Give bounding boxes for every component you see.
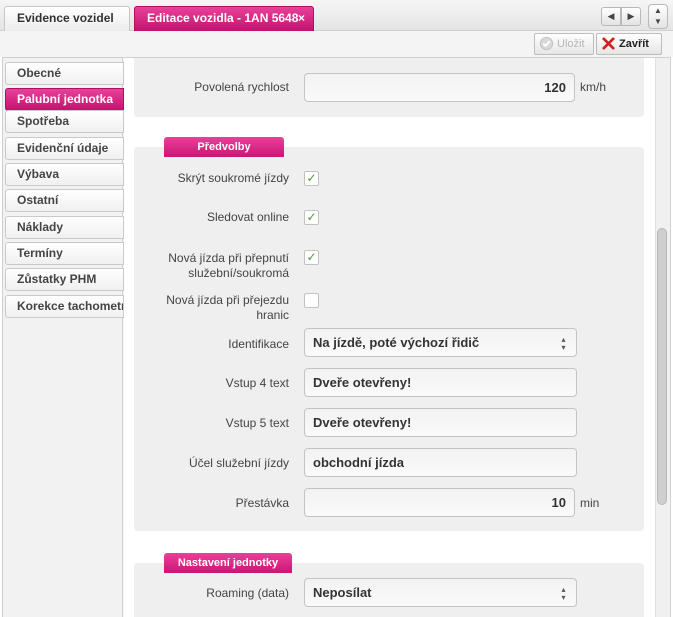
new-trip-border-label-line1: Nová jízda při přejezdu bbox=[166, 293, 289, 307]
speed-input[interactable]: 120 bbox=[304, 73, 575, 102]
sidebar-item-other[interactable]: Ostatní bbox=[5, 189, 124, 212]
break-label: Přestávka bbox=[235, 496, 289, 510]
sidebar-item-registration[interactable]: Evidenční údaje bbox=[5, 137, 124, 160]
save-button-label: Uložit bbox=[557, 38, 585, 50]
tab-vehicle-edit-label: Editace vozidla - 1AN 5648 bbox=[147, 11, 299, 25]
new-trip-switch-label-line2: služební/soukromá bbox=[188, 266, 289, 280]
trip-purpose-field[interactable]: obchodní jízda bbox=[304, 448, 577, 477]
sidebar: Obecné Palubní jednotka Spotřeba Evidenč… bbox=[3, 58, 124, 617]
identification-label: Identifikace bbox=[228, 337, 289, 351]
roaming-label: Roaming (data) bbox=[206, 586, 289, 600]
scroll-tabs-right-icon[interactable]: ▶ bbox=[621, 7, 641, 26]
scrollbar-thumb[interactable] bbox=[657, 228, 667, 505]
tab-vehicle-records[interactable]: Evidence vozidel bbox=[4, 6, 130, 31]
hide-private-checkbox[interactable]: ✓ bbox=[304, 171, 319, 186]
new-trip-switch-checkbox[interactable]: ✓ bbox=[304, 250, 319, 265]
track-online-label: Sledovat online bbox=[206, 210, 289, 224]
content-area: Povolená rychlost 120 km/h Předvolby Skr… bbox=[124, 58, 655, 617]
sidebar-item-costs[interactable]: Náklady bbox=[5, 216, 124, 239]
speed-unit: km/h bbox=[580, 80, 607, 94]
scroll-tabs-left-icon[interactable]: ◀ bbox=[601, 7, 621, 26]
new-trip-border-checkbox[interactable] bbox=[304, 293, 319, 308]
tab-vehicle-records-label: Evidence vozidel bbox=[17, 11, 114, 25]
chevron-down-icon: ▼ bbox=[654, 17, 662, 26]
close-button-label: Zavřít bbox=[619, 38, 649, 50]
identification-select[interactable]: Na jízdě, poté výchozí řidič bbox=[304, 328, 577, 357]
sidebar-item-fuel-balance[interactable]: Zůstatky PHM bbox=[5, 268, 124, 291]
save-button[interactable]: Uložit bbox=[534, 33, 594, 55]
input5-field[interactable]: Dveře otevřeny! bbox=[304, 408, 577, 437]
input4-field[interactable]: Dveře otevřeny! bbox=[304, 368, 577, 397]
close-tab-icon[interactable]: × bbox=[298, 7, 305, 30]
break-input[interactable]: 10 bbox=[304, 488, 575, 517]
tab-list-updown-button[interactable]: ▲ ▼ bbox=[648, 4, 668, 29]
toolbar: Uložit Zavřít bbox=[0, 31, 673, 57]
red-x-icon bbox=[602, 37, 615, 50]
sidebar-item-deadlines[interactable]: Termíny bbox=[5, 242, 124, 265]
sidebar-item-onboard-unit[interactable]: Palubní jednotka bbox=[5, 88, 124, 111]
new-trip-border-label: Nová jízda při přejezdu hranic bbox=[166, 293, 289, 323]
preferences-title: Předvolby bbox=[164, 137, 284, 157]
input5-label: Vstup 5 text bbox=[225, 416, 289, 430]
trip-purpose-label: Účel služební jízdy bbox=[188, 456, 289, 470]
sidebar-item-odometer-correction[interactable]: Korekce tachometru bbox=[5, 295, 124, 318]
unit-settings-title: Nastavení jednotky bbox=[164, 553, 292, 573]
check-circle-icon bbox=[539, 36, 554, 51]
break-unit: min bbox=[580, 496, 600, 510]
new-trip-border-label-line2: hranic bbox=[256, 308, 289, 322]
chevron-up-icon: ▲ bbox=[654, 6, 662, 15]
sidebar-item-consumption[interactable]: Spotřeba bbox=[5, 110, 124, 133]
tab-bar: Evidence vozidel Editace vozidla - 1AN 5… bbox=[0, 0, 673, 31]
speed-label: Povolená rychlost bbox=[194, 80, 289, 94]
new-trip-switch-label: Nová jízda při přepnutí služební/soukrom… bbox=[168, 251, 289, 281]
hide-private-label: Skrýt soukromé jízdy bbox=[177, 171, 289, 185]
new-trip-switch-label-line1: Nová jízda při přepnutí bbox=[168, 251, 289, 265]
tab-vehicle-edit[interactable]: Editace vozidla - 1AN 5648 × bbox=[134, 6, 314, 31]
roaming-select[interactable]: Neposílat bbox=[304, 578, 577, 607]
close-button[interactable]: Zavřít bbox=[596, 33, 662, 55]
track-online-checkbox[interactable]: ✓ bbox=[304, 210, 319, 225]
input4-label: Vstup 4 text bbox=[225, 376, 289, 390]
sidebar-item-general[interactable]: Obecné bbox=[5, 62, 124, 85]
sidebar-item-equipment[interactable]: Výbava bbox=[5, 163, 124, 186]
